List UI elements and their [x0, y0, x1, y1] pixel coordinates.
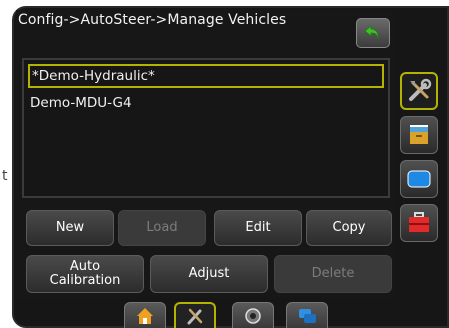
side-tab-data[interactable]	[400, 116, 438, 154]
breadcrumb: Config->AutoSteer->Manage Vehicles	[18, 12, 287, 28]
bottom-tab-setup[interactable]	[174, 302, 216, 328]
edge-text: t	[2, 168, 8, 184]
new-button[interactable]: New	[26, 210, 114, 246]
toolbox-icon	[409, 212, 429, 232]
back-arrow-icon	[364, 25, 379, 40]
bottom-tab-guidance[interactable]	[232, 302, 274, 328]
copy-button[interactable]: Copy	[306, 210, 392, 246]
auto-calibration-button[interactable]: Auto Calibration	[26, 255, 144, 293]
tools-icon	[409, 78, 432, 101]
edit-button[interactable]: Edit	[214, 210, 302, 246]
windows-icon	[299, 308, 316, 323]
home-icon	[137, 307, 153, 324]
list-item-vehicle-selected[interactable]: *Demo-Hydraulic*	[28, 64, 384, 88]
adjust-button[interactable]: Adjust	[150, 255, 268, 293]
side-tab-setup[interactable]	[400, 72, 438, 110]
load-button[interactable]: Load	[118, 210, 206, 246]
bottom-tab-home[interactable]	[124, 302, 166, 328]
vehicle-list[interactable]: *Demo-Hydraulic* Demo-MDU-G4	[22, 58, 390, 198]
bottom-tab-windows[interactable]	[286, 302, 328, 328]
back-button[interactable]	[356, 18, 390, 48]
display-icon	[407, 170, 431, 188]
side-tab-display[interactable]	[400, 160, 438, 198]
list-item-vehicle[interactable]: Demo-MDU-G4	[28, 91, 384, 115]
tools-icon	[187, 308, 203, 325]
gauge-icon	[245, 307, 261, 324]
file-cabinet-icon	[410, 125, 428, 144]
delete-button[interactable]: Delete	[274, 255, 392, 293]
side-tab-tools[interactable]	[400, 204, 438, 242]
